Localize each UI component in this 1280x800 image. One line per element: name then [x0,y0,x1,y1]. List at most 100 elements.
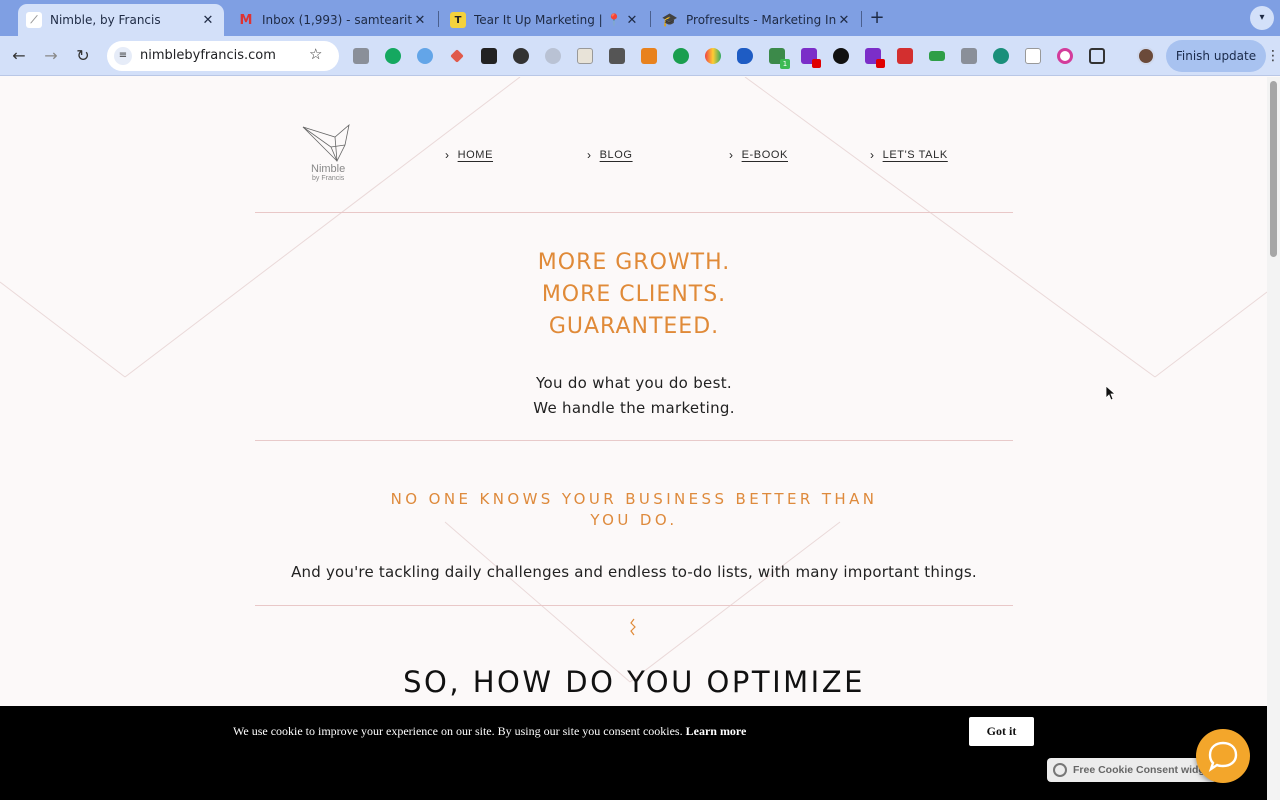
nav-label[interactable]: LET'S TALK [883,149,948,161]
tab-title: Tear It Up Marketing | 📍 Twic [474,13,624,27]
q-icon[interactable] [833,48,849,64]
hero-line: MORE GROWTH. [537,250,731,275]
extension-badge: 1 [780,59,790,69]
header-divider [255,212,1013,213]
battery-icon[interactable] [929,51,945,61]
tab-separator [650,11,651,27]
tab-title: Nimble, by Francis [50,13,161,27]
a-icon[interactable] [481,48,497,64]
graduation-cap-icon: 🎓 [661,12,679,28]
browser-menu-icon[interactable]: ⋮ [1266,48,1280,64]
search-ext-icon[interactable] [417,48,433,64]
nav-label[interactable]: E-BOOK [742,149,788,161]
nimble-favicon-icon: ⟋ [26,12,42,28]
hero-line: MORE CLIENTS. [541,282,727,307]
browser-toolbar: ← → ↻ ≡ nimblebyfrancis.com ☆ 1 Finish u… [0,36,1280,76]
tab-title: Profresults - Marketing In Am [686,13,836,27]
tab-separator [438,11,439,27]
bp-icon[interactable] [609,48,625,64]
tab-nimble[interactable]: ⟋ Nimble, by Francis ✕ [18,4,224,36]
nav-ebook[interactable]: › E-BOOK [729,147,788,163]
upwork-icon[interactable] [673,48,689,64]
pink-ring-icon[interactable] [1057,48,1073,64]
hero-subtext: You do what you do best. We handle the m… [255,371,1013,421]
tab-separator [861,11,862,27]
m-icon[interactable] [513,48,529,64]
translate-icon[interactable]: 1 [769,48,790,69]
page-scrollbar[interactable] [1267,77,1280,800]
nav-label[interactable]: BLOG [600,149,633,161]
nav-label[interactable]: HOME [458,149,493,161]
consent-widget-label: Free Cookie Consent widget [1073,764,1215,776]
fish-icon[interactable] [737,48,753,64]
cookie-consent-widget-link[interactable]: Free Cookie Consent widget [1047,758,1217,782]
address-bar[interactable]: ≡ nimblebyfrancis.com ☆ [107,41,339,71]
close-tab-icon[interactable]: ✕ [624,13,640,28]
nav-blog[interactable]: › BLOG [587,147,633,163]
puzzle-gray-icon[interactable] [961,48,977,64]
hero-headline: MORE GROWTH. MORE CLIENTS. GUARANTEED. [255,247,1013,343]
got-it-button[interactable]: Got it [969,717,1034,746]
origami-bird-icon [302,123,350,162]
metamask-icon[interactable] [641,48,657,64]
color-picker-icon[interactable] [450,49,464,63]
tab-tear-it-up[interactable]: T Tear It Up Marketing | 📍 Twic ✕ [442,4,648,36]
chevron-right-icon: › [445,148,450,162]
todoist-icon[interactable] [897,48,913,64]
red-ext-icon[interactable] [865,48,885,68]
close-tab-icon[interactable]: ✕ [200,13,216,28]
chat-bubble-icon [1208,741,1238,772]
chat-widget-button[interactable] [1196,729,1250,783]
grammarly-icon[interactable] [385,48,401,64]
hero-sub-line: You do what you do best. [536,374,732,392]
chevron-right-icon: › [870,148,875,162]
address-url[interactable]: nimblebyfrancis.com [140,48,276,63]
section-heading: SO, HOW DO YOU OPTIMIZE [403,665,865,699]
tab-profresults[interactable]: 🎓 Profresults - Marketing In Am ✕ [654,4,860,36]
nav-lets-talk[interactable]: › LET'S TALK [870,147,948,163]
compass-icon[interactable] [545,48,561,64]
nimble-logo[interactable]: Nimble by Francis [301,123,361,189]
chevron-right-icon: › [587,148,592,162]
close-tab-icon[interactable]: ✕ [412,13,428,28]
cookie-text: We use cookie to improve your experience… [233,724,683,738]
hero-sub-line: We handle the marketing. [533,399,735,417]
purple-ext-icon[interactable] [801,48,821,68]
s-icon[interactable] [993,48,1009,64]
tab-inbox[interactable]: M Inbox (1,993) - samtearitup@ ✕ [230,4,436,36]
tab-title: Inbox (1,993) - samtearitup@ [262,13,412,27]
section-divider [255,605,1013,606]
heart-icon[interactable] [705,48,721,64]
mouse-cursor-icon [1106,386,1116,401]
nav-home[interactable]: › HOME [445,147,493,163]
reload-icon[interactable]: ↻ [71,44,95,68]
forward-arrow-icon[interactable]: → [39,44,63,68]
finish-update-button[interactable]: Finish update [1166,40,1266,72]
section-divider [255,440,1013,441]
cookie-consent-bar: We use cookie to improve your experience… [0,706,1267,800]
web-page: Nimble by Francis › HOME › BLOG › E-BOOK… [0,77,1267,800]
new-tab-button[interactable]: + [866,7,888,29]
extensions-icon[interactable] [1089,48,1105,64]
close-tab-icon[interactable]: ✕ [836,13,852,28]
back-arrow-icon[interactable]: ← [7,44,31,68]
camera-icon[interactable] [353,48,369,64]
section-body: And you're tackling daily challenges and… [291,563,977,581]
logo-name: Nimble [311,163,346,175]
site-settings-icon[interactable]: ≡ [114,47,132,65]
hero-line: GUARANTEED. [548,314,720,339]
learn-more-link[interactable]: Learn more [686,724,747,738]
w-icon[interactable] [1025,48,1041,64]
logo-tagline: by Francis [312,175,345,182]
consent-check-icon [1053,763,1067,777]
scrollbar-thumb[interactable] [1270,81,1277,257]
profile-avatar[interactable] [1137,47,1155,65]
bookmark-star-icon[interactable]: ☆ [309,45,322,63]
tab-search-chevron-icon[interactable]: ▾ [1250,6,1274,30]
cookie-message: We use cookie to improve your experience… [233,724,746,739]
t-icon[interactable] [577,48,593,64]
browser-tab-strip: ⟋ Nimble, by Francis ✕ M Inbox (1,993) -… [0,0,1280,36]
squiggle-icon [630,618,636,636]
chevron-right-icon: › [729,148,734,162]
section-kicker: NO ONE KNOWS YOUR BUSINESS BETTER THAN Y… [390,490,878,529]
